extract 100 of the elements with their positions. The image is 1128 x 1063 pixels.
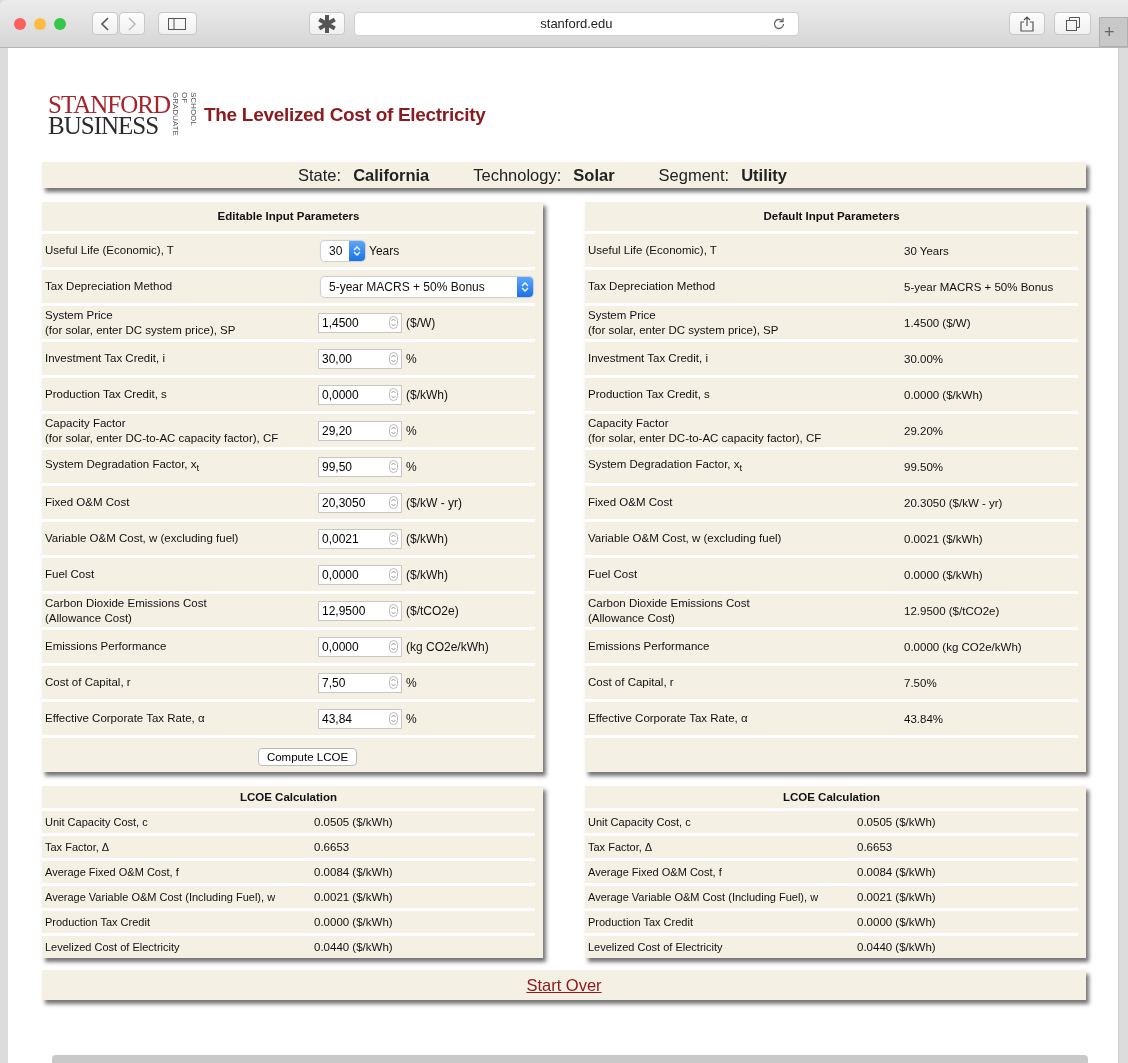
- back-button[interactable]: [92, 12, 118, 35]
- parameter-value: 0.0021 ($/kWh): [903, 532, 983, 545]
- selection-label: Technology:: [473, 165, 562, 185]
- spinner-icon[interactable]: [389, 459, 398, 473]
- parameter-label: Capacity Factor (for solar, enter DC-to-AC capacity factor), CF: [587, 415, 823, 446]
- result-value: 0.0000 ($/kWh): [314, 916, 394, 928]
- spinner-icon[interactable]: [389, 351, 398, 365]
- selection-label: Segment:: [658, 165, 730, 185]
- parameter-value: 0.0000 (kg CO2e/kWh): [903, 640, 1022, 653]
- result-label: Average Variable O&M Cost (Including Fuel), w: [587, 891, 820, 903]
- spinner-icon[interactable]: [389, 567, 398, 581]
- parameter-value: 1.4500 ($/W): [903, 316, 971, 329]
- parameter-value: 43.84%: [903, 712, 943, 725]
- parameter-label: Production Tax Credit, s: [44, 387, 168, 402]
- spinner-icon[interactable]: [389, 531, 398, 545]
- selection-value: Utility: [741, 165, 788, 185]
- unit-label: ($/kW - yr): [406, 495, 462, 510]
- number-field[interactable]: 0,0000: [318, 564, 402, 585]
- parameter-label: Useful Life (Economic), T: [44, 243, 175, 258]
- unit-label: ($/tCO2e): [406, 603, 459, 618]
- parameter-label: Effective Corporate Tax Rate, α: [587, 711, 749, 726]
- number-field[interactable]: 29,20: [318, 420, 402, 441]
- parameter-label: Production Tax Credit, s: [587, 387, 711, 402]
- number-field[interactable]: 1,4500: [318, 312, 402, 333]
- sidebar-button[interactable]: [158, 12, 197, 35]
- compute-button[interactable]: Compute LCOE: [257, 748, 358, 766]
- number-field[interactable]: 30,00: [318, 348, 402, 369]
- result-value: 0.0505 ($/kWh): [857, 816, 937, 828]
- tabs-icon: [1065, 16, 1080, 31]
- parameter-label: Investment Tax Credit, i: [587, 351, 709, 366]
- spinner-icon[interactable]: [389, 387, 398, 401]
- result-label: Production Tax Credit: [587, 916, 694, 928]
- unit-label: (kg CO2e/kWh): [406, 639, 489, 654]
- spinner-icon[interactable]: [389, 423, 398, 437]
- number-field[interactable]: 20,3050: [318, 492, 402, 513]
- select-arrows-icon: [349, 240, 365, 261]
- result-value: 0.0440 ($/kWh): [314, 941, 394, 953]
- number-field[interactable]: 0,0000: [318, 384, 402, 405]
- parameter-label: Variable O&M Cost, w (excluding fuel): [44, 531, 240, 546]
- panel-heading: LCOE Calculation: [42, 786, 535, 811]
- new-tab-button[interactable]: +: [1098, 17, 1128, 47]
- sidebar-icon: [168, 17, 187, 30]
- parameter-value: 12.9500 ($/tCO2e): [903, 604, 1000, 617]
- result-label: Average Fixed O&M Cost, f: [44, 866, 180, 878]
- result-value: 0.0021 ($/kWh): [857, 891, 937, 903]
- tabs-button[interactable]: [1054, 12, 1091, 35]
- parameter-value: 30 Years: [903, 244, 949, 257]
- parameter-label: Capacity Factor (for solar, enter DC-to-AC capacity factor), CF: [44, 415, 280, 446]
- parameter-label: Fixed O&M Cost: [587, 495, 674, 510]
- spinner-icon[interactable]: [389, 315, 398, 329]
- result-value: 0.0084 ($/kWh): [857, 866, 937, 878]
- result-label: Tax Factor, Δ: [44, 841, 111, 853]
- number-field[interactable]: 99,50: [318, 456, 402, 477]
- parameter-label: Cost of Capital, r: [44, 675, 132, 690]
- parameter-value: 30.00%: [903, 352, 943, 365]
- panel-heading: Editable Input Parameters: [42, 202, 535, 234]
- parameter-label: Tax Depreciation Method: [587, 279, 717, 294]
- parameter-label: Fixed O&M Cost: [44, 495, 131, 510]
- reload-icon[interactable]: [771, 16, 786, 31]
- result-value: 0.0000 ($/kWh): [857, 916, 937, 928]
- spinner-icon[interactable]: [389, 495, 398, 509]
- parameter-label: System Price (for solar, enter DC system price), SP: [587, 307, 780, 338]
- close-window-icon[interactable]: [14, 17, 26, 30]
- number-field[interactable]: 43,84: [318, 708, 402, 729]
- parameter-value: 29.20%: [903, 424, 943, 437]
- chevron-right-icon: [127, 16, 137, 31]
- parameter-label: Emissions Performance: [44, 639, 168, 654]
- unit-label: ($/W): [406, 315, 436, 330]
- result-label: Unit Capacity Cost, c: [587, 816, 692, 828]
- address-bar[interactable]: stanford.edu: [354, 11, 799, 36]
- parameter-value: 0.0000 ($/kWh): [903, 388, 983, 401]
- zoom-window-icon[interactable]: [54, 17, 66, 30]
- number-field[interactable]: 0,0000: [318, 636, 402, 657]
- number-field[interactable]: 12,9500: [318, 600, 402, 621]
- life-select[interactable]: 30: [321, 240, 365, 261]
- result-label: Production Tax Credit: [44, 916, 151, 928]
- share-icon: [1019, 15, 1034, 32]
- depreciation-select[interactable]: 5-year MACRS + 50% Bonus: [321, 276, 533, 297]
- selection-label: State:: [298, 165, 342, 185]
- start-over-link[interactable]: Start Over: [526, 975, 602, 995]
- parameter-value: 0.0000 ($/kWh): [903, 568, 983, 581]
- number-field[interactable]: 7,50: [318, 672, 402, 693]
- spinner-icon[interactable]: [389, 639, 398, 653]
- result-label: Unit Capacity Cost, c: [44, 816, 149, 828]
- result-value: 0.0505 ($/kWh): [314, 816, 394, 828]
- spinner-icon[interactable]: [389, 675, 398, 689]
- scrollbar[interactable]: [52, 1055, 1088, 1063]
- number-field[interactable]: 0,0021: [318, 528, 402, 549]
- result-value: 0.6653: [857, 841, 894, 853]
- result-label: Average Variable O&M Cost (Including Fuel), w: [44, 891, 277, 903]
- extension-button[interactable]: [308, 12, 346, 35]
- parameter-label: Fuel Cost: [587, 567, 639, 582]
- forward-button[interactable]: [119, 12, 145, 35]
- selection-value: California: [353, 165, 430, 185]
- minimize-window-icon[interactable]: [34, 17, 46, 30]
- parameter-label: Fuel Cost: [44, 567, 96, 582]
- share-button[interactable]: [1008, 12, 1046, 35]
- panel-heading: LCOE Calculation: [585, 786, 1078, 811]
- spinner-icon[interactable]: [389, 603, 398, 617]
- spinner-icon[interactable]: [389, 711, 398, 725]
